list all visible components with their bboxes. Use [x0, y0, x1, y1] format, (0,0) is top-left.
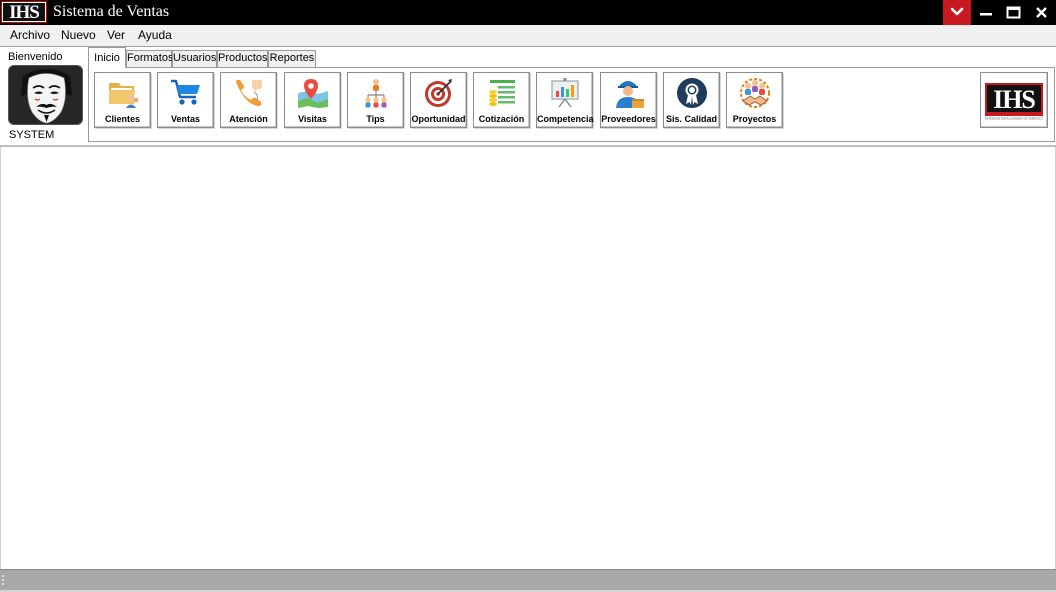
main-content-area[interactable]: [0, 147, 1056, 569]
delivery-person-icon: [616, 81, 644, 108]
status-bar: [0, 569, 1056, 590]
atencion-button[interactable]: Atención: [220, 72, 277, 128]
handshake-team-icon: [740, 78, 770, 108]
clientes-button[interactable]: Clientes: [94, 72, 151, 128]
visitas-button-label: Visitas: [298, 114, 327, 124]
chevron-down-icon: [950, 7, 964, 16]
maximize-button[interactable]: [1000, 0, 1026, 25]
tab-formatos[interactable]: Formatos: [126, 50, 173, 67]
phone-support-icon: [236, 79, 262, 106]
user-name: SYSTEM: [9, 129, 55, 141]
minimize-button[interactable]: [974, 0, 998, 25]
menu-separator: [0, 46, 1056, 47]
quality-badge-icon: [677, 78, 707, 108]
company-logo-subtitle: INTERNATIONAL HOMES OF SERVICES: [985, 117, 1043, 121]
proyectos-button[interactable]: Proyectos: [726, 72, 783, 128]
welcome-label: Bienvenido: [8, 51, 63, 63]
close-icon: [1036, 7, 1047, 18]
tab-reportes[interactable]: Reportes: [268, 50, 316, 67]
menu-nuevo[interactable]: Nuevo: [61, 28, 96, 42]
app-logo-text: IHS: [3, 3, 45, 22]
cotizacion-button[interactable]: Cotización: [473, 72, 530, 128]
folder-clients-icon: [109, 83, 139, 108]
user-avatar[interactable]: [8, 65, 83, 125]
shopping-cart-icon: [171, 79, 200, 105]
menu-ver[interactable]: Ver: [107, 28, 125, 42]
quote-list-icon: [489, 80, 515, 106]
ventas-button-label: Ventas: [170, 114, 201, 124]
oportunidad-button[interactable]: Oportunidad: [410, 72, 467, 128]
proveedores-button-label: Proveedores: [601, 114, 656, 124]
competencia-button[interactable]: Competencia: [536, 72, 594, 128]
team-tips-icon: [365, 79, 387, 108]
grip-icon[interactable]: [2, 575, 5, 587]
tab-productos[interactable]: Productos: [217, 50, 268, 67]
close-button[interactable]: [1028, 0, 1054, 25]
ventas-button[interactable]: Ventas: [157, 72, 214, 128]
proveedores-button[interactable]: Proveedores: [600, 72, 657, 128]
title-bar: IHS Sistema de Ventas: [0, 0, 1056, 25]
company-logo-image: IHS INTERNATIONAL HOMES OF SERVICES: [985, 83, 1043, 121]
target-icon: [425, 79, 452, 107]
cotizacion-button-label: Cotización: [478, 114, 525, 124]
sis-calidad-button-label: Sis. Calidad: [665, 114, 718, 124]
tips-button-label: Tips: [366, 114, 385, 124]
proyectos-button-label: Proyectos: [732, 114, 777, 124]
visitas-button[interactable]: Visitas: [284, 72, 341, 128]
company-logo-text: IHS: [993, 85, 1035, 114]
app-logo: IHS: [1, 1, 47, 23]
tab-inicio[interactable]: Inicio: [88, 47, 126, 68]
company-logo[interactable]: IHS INTERNATIONAL HOMES OF SERVICES: [980, 72, 1048, 128]
maximize-icon: [1006, 6, 1021, 19]
menu-archivo[interactable]: Archivo: [10, 28, 50, 42]
window-title: Sistema de Ventas: [53, 3, 170, 20]
mask-avatar-icon: [21, 69, 72, 124]
tab-usuarios[interactable]: Usuarios: [172, 50, 217, 67]
clientes-button-label: Clientes: [104, 114, 140, 124]
atencion-button-label: Atención: [229, 114, 268, 124]
presentation-board-icon: [551, 78, 579, 108]
tips-button[interactable]: Tips: [347, 72, 404, 128]
window-menu-dropdown-button[interactable]: [943, 0, 971, 25]
menu-ayuda[interactable]: Ayuda: [138, 28, 172, 42]
menu-bar: Archivo Nuevo Ver Ayuda: [0, 25, 1056, 46]
oportunidad-button-label: Oportunidad: [411, 114, 466, 124]
map-pin-icon: [298, 79, 328, 108]
competencia-button-label: Competencia: [537, 114, 594, 124]
minimize-icon: [980, 13, 992, 16]
sis-calidad-button[interactable]: Sis. Calidad: [663, 72, 720, 128]
